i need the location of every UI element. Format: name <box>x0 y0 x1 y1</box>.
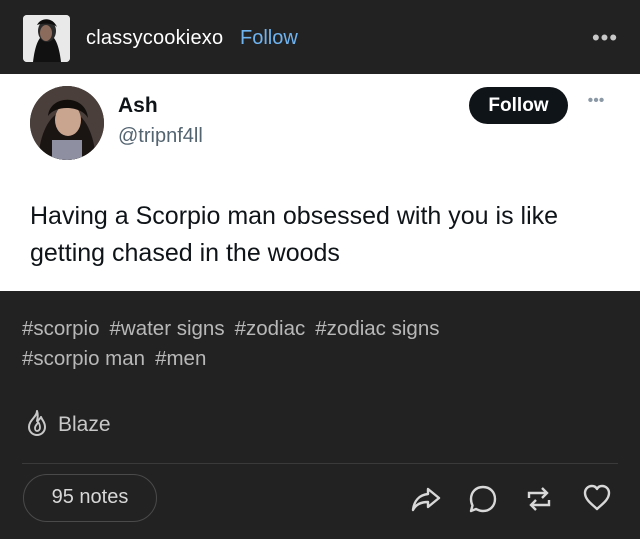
tag-link[interactable]: #water signs <box>110 317 225 340</box>
notes-button[interactable]: 95 notes <box>23 474 157 522</box>
embedded-tweet: Ash @tripnf4ll Follow ••• Having a Scorp… <box>0 74 640 291</box>
tag-link[interactable]: #scorpio <box>22 317 100 340</box>
tweet-text: Having a Scorpio man obsessed with you i… <box>30 202 559 267</box>
tweet-author-handle: @tripnf4ll <box>118 125 203 147</box>
tag-link[interactable]: #zodiac signs <box>315 317 439 340</box>
reply-icon[interactable] <box>467 483 499 515</box>
share-icon[interactable] <box>411 483 441 515</box>
author-username[interactable]: classycookiexo <box>86 27 223 50</box>
more-options-icon[interactable]: ••• <box>587 26 623 50</box>
divider <box>22 463 618 464</box>
tweet-more-icon: ••• <box>587 92 605 109</box>
tag-link[interactable]: #zodiac <box>235 317 306 340</box>
reblog-icon[interactable] <box>523 483 555 515</box>
tweet-follow-button: Follow <box>469 87 568 124</box>
author-avatar[interactable] <box>23 15 70 62</box>
blaze-label: Blaze <box>58 413 111 436</box>
follow-link[interactable]: Follow <box>240 27 298 50</box>
post-tags: #scorpio #water signs #zodiac #zodiac signs… <box>22 314 612 374</box>
blaze-button[interactable]: Blaze <box>24 409 111 442</box>
tweet-author-name: Ash <box>118 94 158 117</box>
post-card: classycookiexo Follow ••• Ash @tripnf4ll… <box>0 0 640 539</box>
tweet-author-avatar <box>30 86 104 160</box>
heart-icon[interactable] <box>582 483 612 515</box>
tag-link[interactable]: #scorpio man <box>22 347 145 370</box>
post-header: classycookiexo Follow ••• <box>0 0 640 74</box>
flame-icon <box>24 409 50 442</box>
tag-link[interactable]: #men <box>155 347 206 370</box>
